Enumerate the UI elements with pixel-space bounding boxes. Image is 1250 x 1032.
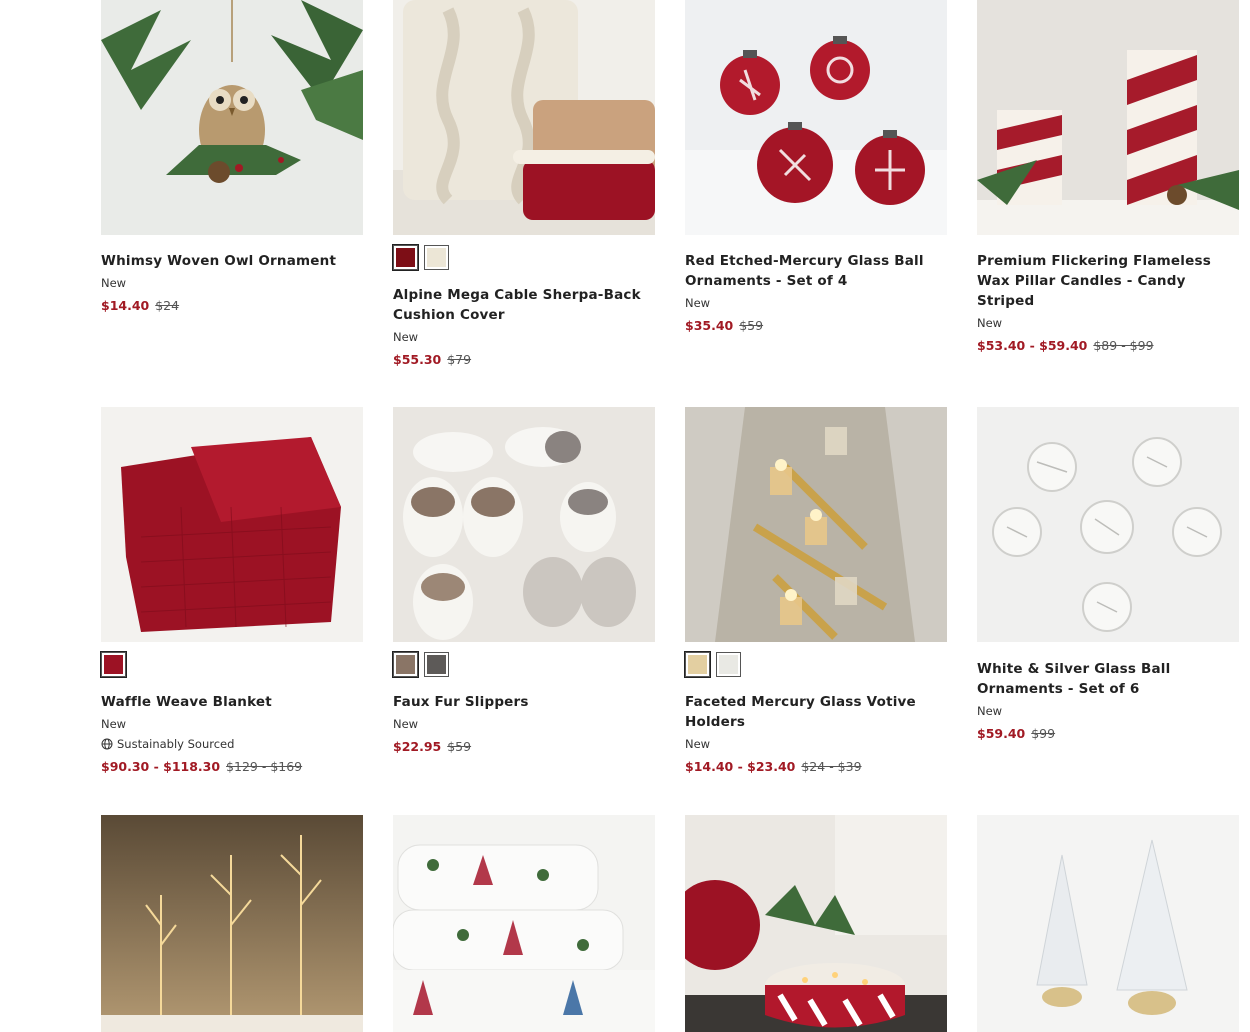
product-image-lit-trees[interactable]	[101, 815, 363, 1032]
color-swatches	[100, 651, 363, 678]
product-title[interactable]: Faux Fur Slippers	[393, 692, 655, 712]
swatch-gray[interactable]	[424, 652, 449, 677]
original-price: $99	[1031, 726, 1056, 741]
new-badge: New	[101, 276, 127, 290]
original-price: $59	[447, 739, 472, 754]
sale-price: $22.95	[393, 739, 442, 754]
product-card[interactable]	[393, 815, 655, 1032]
sustainability-badge: Sustainably Sourced	[101, 735, 363, 753]
product-image-mercury-votives[interactable]	[685, 407, 947, 642]
new-badge: New	[685, 737, 711, 751]
sale-price: $55.30	[393, 352, 442, 367]
new-badge: New	[977, 316, 1003, 330]
original-price: $24	[155, 298, 180, 313]
product-image-owl-ornament[interactable]	[101, 0, 363, 235]
product-title[interactable]: Faceted Mercury Glass Votive Holders	[685, 692, 947, 732]
product-title[interactable]: White & Silver Glass Ball Ornaments - Se…	[977, 659, 1239, 699]
new-badge: New	[101, 717, 127, 731]
swatch-red[interactable]	[100, 651, 127, 678]
price: $14.40 - $23.40 $24 - $39	[685, 758, 947, 776]
product-card[interactable]: Whimsy Woven Owl Ornament New $14.40 $24	[101, 0, 363, 315]
product-card[interactable]: Waffle Weave Blanket New Sustainably Sou…	[100, 407, 363, 776]
product-card[interactable]: Red Etched-Mercury Glass Ball Ornaments …	[685, 0, 947, 335]
price: $14.40 $24	[101, 297, 363, 315]
product-card[interactable]: Alpine Mega Cable Sherpa-Back Cushion Co…	[392, 0, 655, 369]
product-image-cushion-cover[interactable]	[393, 0, 655, 235]
swatch-brown[interactable]	[392, 651, 419, 678]
product-image-glass-trees[interactable]	[977, 815, 1239, 1032]
product-image-peppermint-candle[interactable]	[685, 815, 947, 1032]
original-price: $129 - $169	[226, 759, 303, 774]
product-title[interactable]: Premium Flickering Flameless Wax Pillar …	[977, 251, 1239, 311]
sale-price: $90.30 - $118.30	[101, 759, 221, 774]
product-image-gnome-sheets[interactable]	[393, 815, 655, 1032]
sale-price: $35.40	[685, 318, 734, 333]
price: $59.40 $99	[977, 725, 1239, 743]
product-title[interactable]: Waffle Weave Blanket	[101, 692, 363, 712]
original-price: $79	[447, 352, 472, 367]
product-card[interactable]	[101, 815, 363, 1032]
product-image-white-silver-ornaments[interactable]	[977, 407, 1239, 642]
original-price: $24 - $39	[801, 759, 862, 774]
sustainability-label: Sustainably Sourced	[117, 737, 235, 751]
sale-price: $14.40	[101, 298, 150, 313]
color-swatches	[392, 651, 655, 678]
original-price: $59	[739, 318, 764, 333]
product-image-candy-candles[interactable]	[977, 0, 1239, 235]
color-swatches	[392, 244, 655, 271]
product-card[interactable]: White & Silver Glass Ball Ornaments - Se…	[977, 407, 1239, 743]
product-card[interactable]: Faceted Mercury Glass Votive Holders New…	[684, 407, 947, 776]
sale-price: $59.40	[977, 726, 1026, 741]
color-swatches	[684, 651, 947, 678]
new-badge: New	[393, 717, 419, 731]
product-card[interactable]: Faux Fur Slippers New $22.95 $59	[392, 407, 655, 756]
price: $90.30 - $118.30 $129 - $169	[101, 758, 363, 776]
swatch-ivory[interactable]	[424, 245, 449, 270]
new-badge: New	[393, 330, 419, 344]
new-badge: New	[977, 704, 1003, 718]
swatch-silver[interactable]	[716, 652, 741, 677]
sale-price: $14.40 - $23.40	[685, 759, 796, 774]
product-image-faux-fur-slippers[interactable]	[393, 407, 655, 642]
original-price: $89 - $99	[1093, 338, 1154, 353]
price: $35.40 $59	[685, 317, 947, 335]
swatch-red[interactable]	[392, 244, 419, 271]
new-badge: New	[685, 296, 711, 310]
product-title[interactable]: Alpine Mega Cable Sherpa-Back Cushion Co…	[393, 285, 655, 325]
product-title[interactable]: Red Etched-Mercury Glass Ball Ornaments …	[685, 251, 947, 291]
sale-price: $53.40 - $59.40	[977, 338, 1088, 353]
product-image-red-mercury-ornaments[interactable]	[685, 0, 947, 235]
product-card[interactable]: Premium Flickering Flameless Wax Pillar …	[977, 0, 1239, 355]
price: $53.40 - $59.40 $89 - $99	[977, 337, 1239, 355]
product-image-waffle-blanket[interactable]	[101, 407, 363, 642]
product-title[interactable]: Whimsy Woven Owl Ornament	[101, 251, 363, 271]
price: $22.95 $59	[393, 738, 655, 756]
price: $55.30 $79	[393, 351, 655, 369]
product-card[interactable]	[977, 815, 1239, 1032]
globe-icon	[101, 738, 113, 750]
swatch-gold[interactable]	[684, 651, 711, 678]
product-card[interactable]	[685, 815, 947, 1032]
